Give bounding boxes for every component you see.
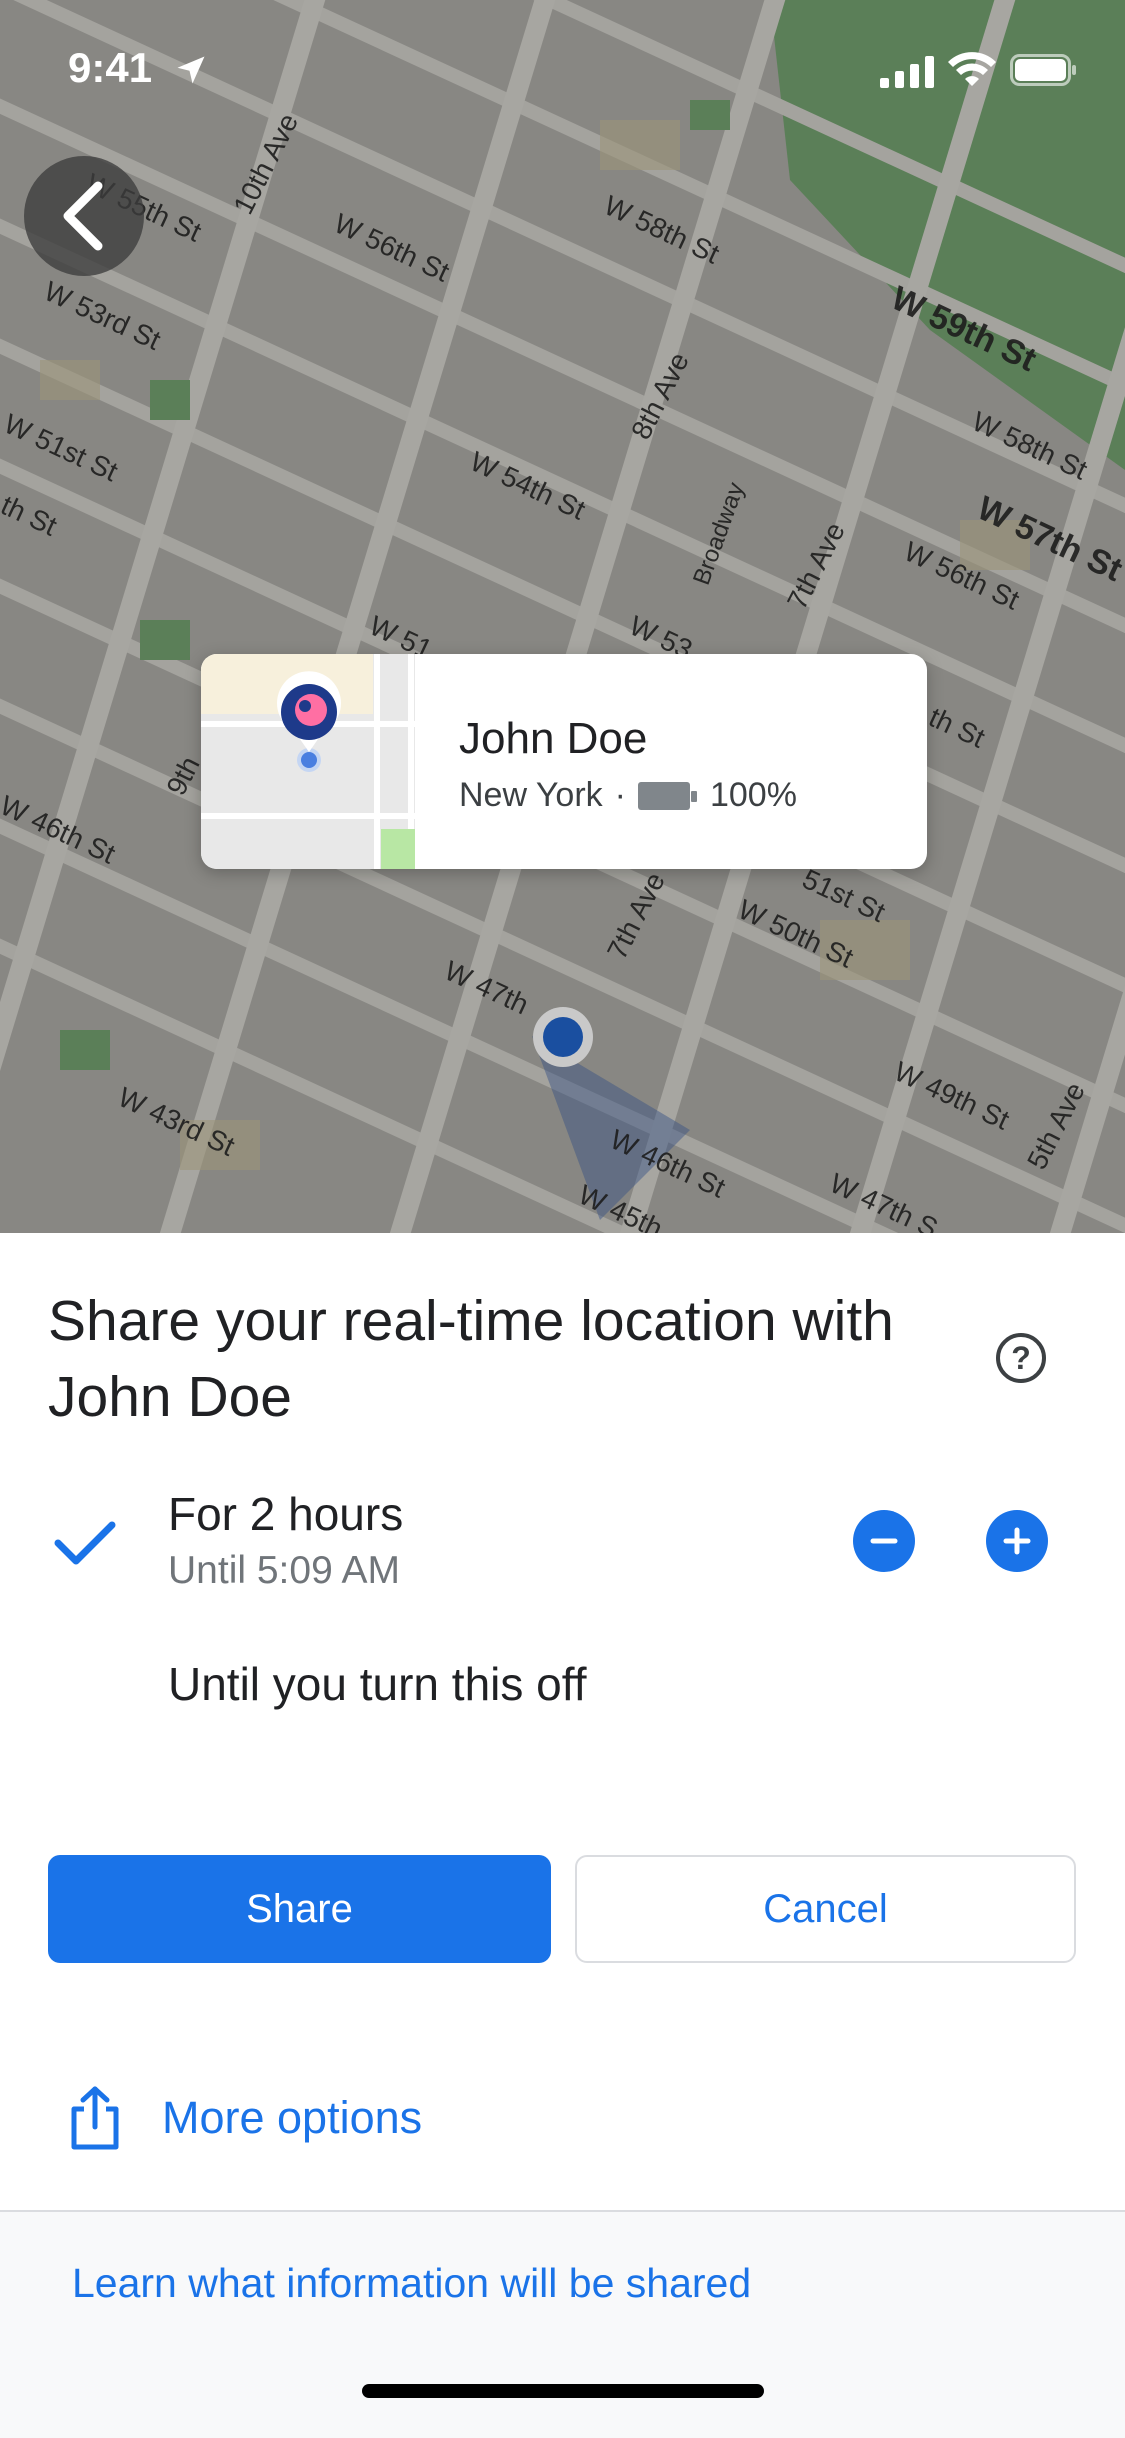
battery-level: 100%: [709, 776, 797, 814]
share-icon: [71, 2086, 119, 2150]
status-time: 9:41: [68, 44, 153, 91]
until-turned-off-option[interactable]: Until you turn this off: [168, 1657, 586, 1711]
duration-option-subtitle: Until 5:09 AM: [168, 1549, 400, 1592]
share-button[interactable]: Share: [48, 1855, 551, 1963]
navigation-arrow-icon: [177, 56, 205, 84]
wifi-icon: [948, 52, 996, 86]
home-indicator: [362, 2384, 764, 2398]
back-arrow-icon: [63, 181, 103, 251]
plus-icon: [1003, 1527, 1031, 1555]
battery-icon: [637, 781, 697, 810]
separator-dot: ·: [614, 776, 626, 814]
footer: Learn what information will be shared: [0, 2210, 1125, 2438]
share-location-sheet: Share your real-time location with John …: [0, 1233, 1125, 2438]
decrease-duration-button[interactable]: [853, 1510, 915, 1572]
sheet-title: Share your real-time location with John …: [48, 1289, 894, 1429]
status-bar: 9:41: [0, 0, 1125, 140]
contact-details: New York · 100%: [459, 776, 797, 815]
help-icon[interactable]: ?: [996, 1333, 1046, 1383]
contact-name: John Doe: [459, 714, 648, 763]
contact-location-card[interactable]: John Doe New York · 100%: [201, 654, 927, 869]
learn-more-link[interactable]: Learn what information will be shared: [72, 2260, 751, 2307]
mini-map-thumbnail: [201, 654, 415, 869]
minus-icon: [870, 1538, 898, 1544]
cellular-signal-icon: [880, 56, 934, 88]
back-button[interactable]: [24, 156, 144, 276]
check-icon: [54, 1521, 116, 1565]
more-options-label: More options: [162, 2092, 423, 2143]
contact-city: New York: [459, 776, 603, 814]
cancel-button[interactable]: Cancel: [575, 1855, 1076, 1963]
increase-duration-button[interactable]: [986, 1510, 1048, 1572]
map-view[interactable]: W 55th St 10th Ave W 56th St W 58th St W…: [0, 0, 1125, 1233]
more-options-button[interactable]: More options: [68, 2085, 422, 2151]
duration-option-title[interactable]: For 2 hours: [168, 1487, 403, 1541]
my-location-dot: [533, 1007, 593, 1067]
battery-icon: [1010, 54, 1076, 86]
